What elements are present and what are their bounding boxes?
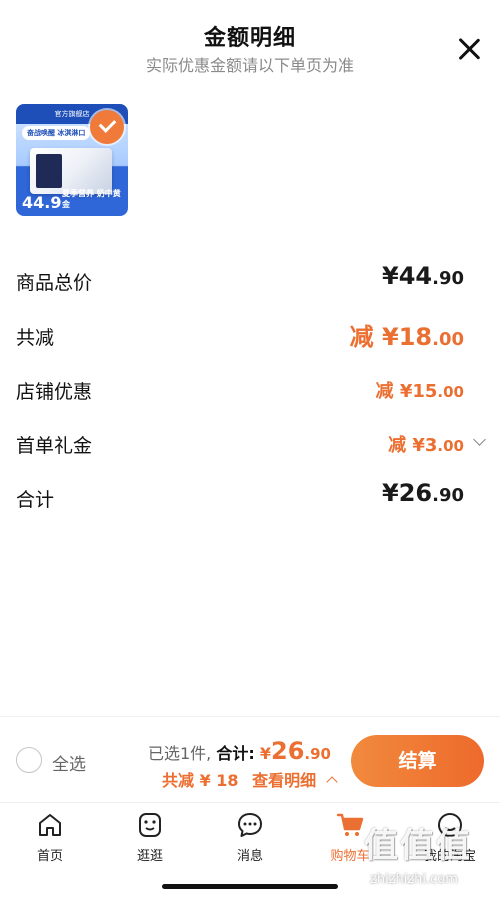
total-label: 合计: [216,744,255,763]
tab-home[interactable]: 首页 [0,811,100,871]
chevron-up-icon [326,775,338,788]
row-value: ¥26.90 [382,479,464,507]
thumb-slogan: 夏季营养 奶中黄金 [62,189,121,209]
tab-guangguang[interactable]: 逛逛 [100,811,200,871]
page-subtitle: 实际优惠金额请以下单页为准 [145,56,354,75]
row-store-discount: 店铺优惠 减 ¥15.00 [16,371,484,411]
row-value: 减 ¥18.00 [349,323,464,351]
tab-label: 首页 [36,849,63,864]
watermark-logo: 值值值 [364,826,472,866]
checkout-button[interactable]: 结算 [351,735,484,787]
header: 金额明细 实际优惠金额请以下单页为准 [0,0,500,90]
row-value: 减 ¥15.00 [375,381,464,402]
summary-total: 已选1件, 合计: ¥26.90 [148,737,331,765]
row-label: 首单礼金 [16,435,93,457]
view-detail-link[interactable]: 共减 ¥ 18 查看明细 [162,767,338,791]
row-value: 减 ¥3.00 [388,435,464,456]
row-total-discount: 共减 减 ¥18.00 [16,317,484,357]
guang-icon [136,811,164,839]
cart-icon [336,811,364,839]
row-label: 店铺优惠 [16,381,93,403]
total-amount: 26 [271,737,305,765]
home-indicator [162,884,338,889]
selected-check-icon[interactable] [90,110,124,144]
watermark-url: zhizhizhi.com [370,872,458,887]
row-label: 共减 [16,327,55,349]
row-subtotal: 商品总价 ¥44.90 [16,262,484,302]
home-icon [36,811,64,839]
checkout-bar: 全选 已选1件, 合计: ¥26.90 共减 ¥ 18 查看明细 结算 [0,716,500,803]
thumb-price: 44.9 [22,193,62,212]
discount-summary: 共减 ¥ 18 [162,771,239,790]
close-button[interactable] [454,34,484,64]
tab-label: 消息 [236,849,263,864]
page-title: 金额明细 [203,26,296,51]
row-grand-total: 合计 ¥26.90 [16,479,484,519]
select-all-radio[interactable] [16,747,42,773]
row-label: 商品总价 [16,272,93,294]
thumb-tag: 奋战唤醒 冰淇淋口 [22,126,91,140]
row-label: 合计 [16,489,55,511]
tab-messages[interactable]: 消息 [200,811,300,871]
message-icon [236,811,264,839]
row-first-order-gift[interactable]: 首单礼金 减 ¥3.00 [16,425,486,465]
selected-count: 已选1件, [148,744,212,763]
row-value: ¥44.90 [382,262,464,290]
view-detail-label: 查看明细 [252,771,317,790]
select-all-label[interactable]: 全选 [52,750,86,775]
chevron-down-icon[interactable] [473,433,486,446]
tab-label: 逛逛 [136,849,163,864]
